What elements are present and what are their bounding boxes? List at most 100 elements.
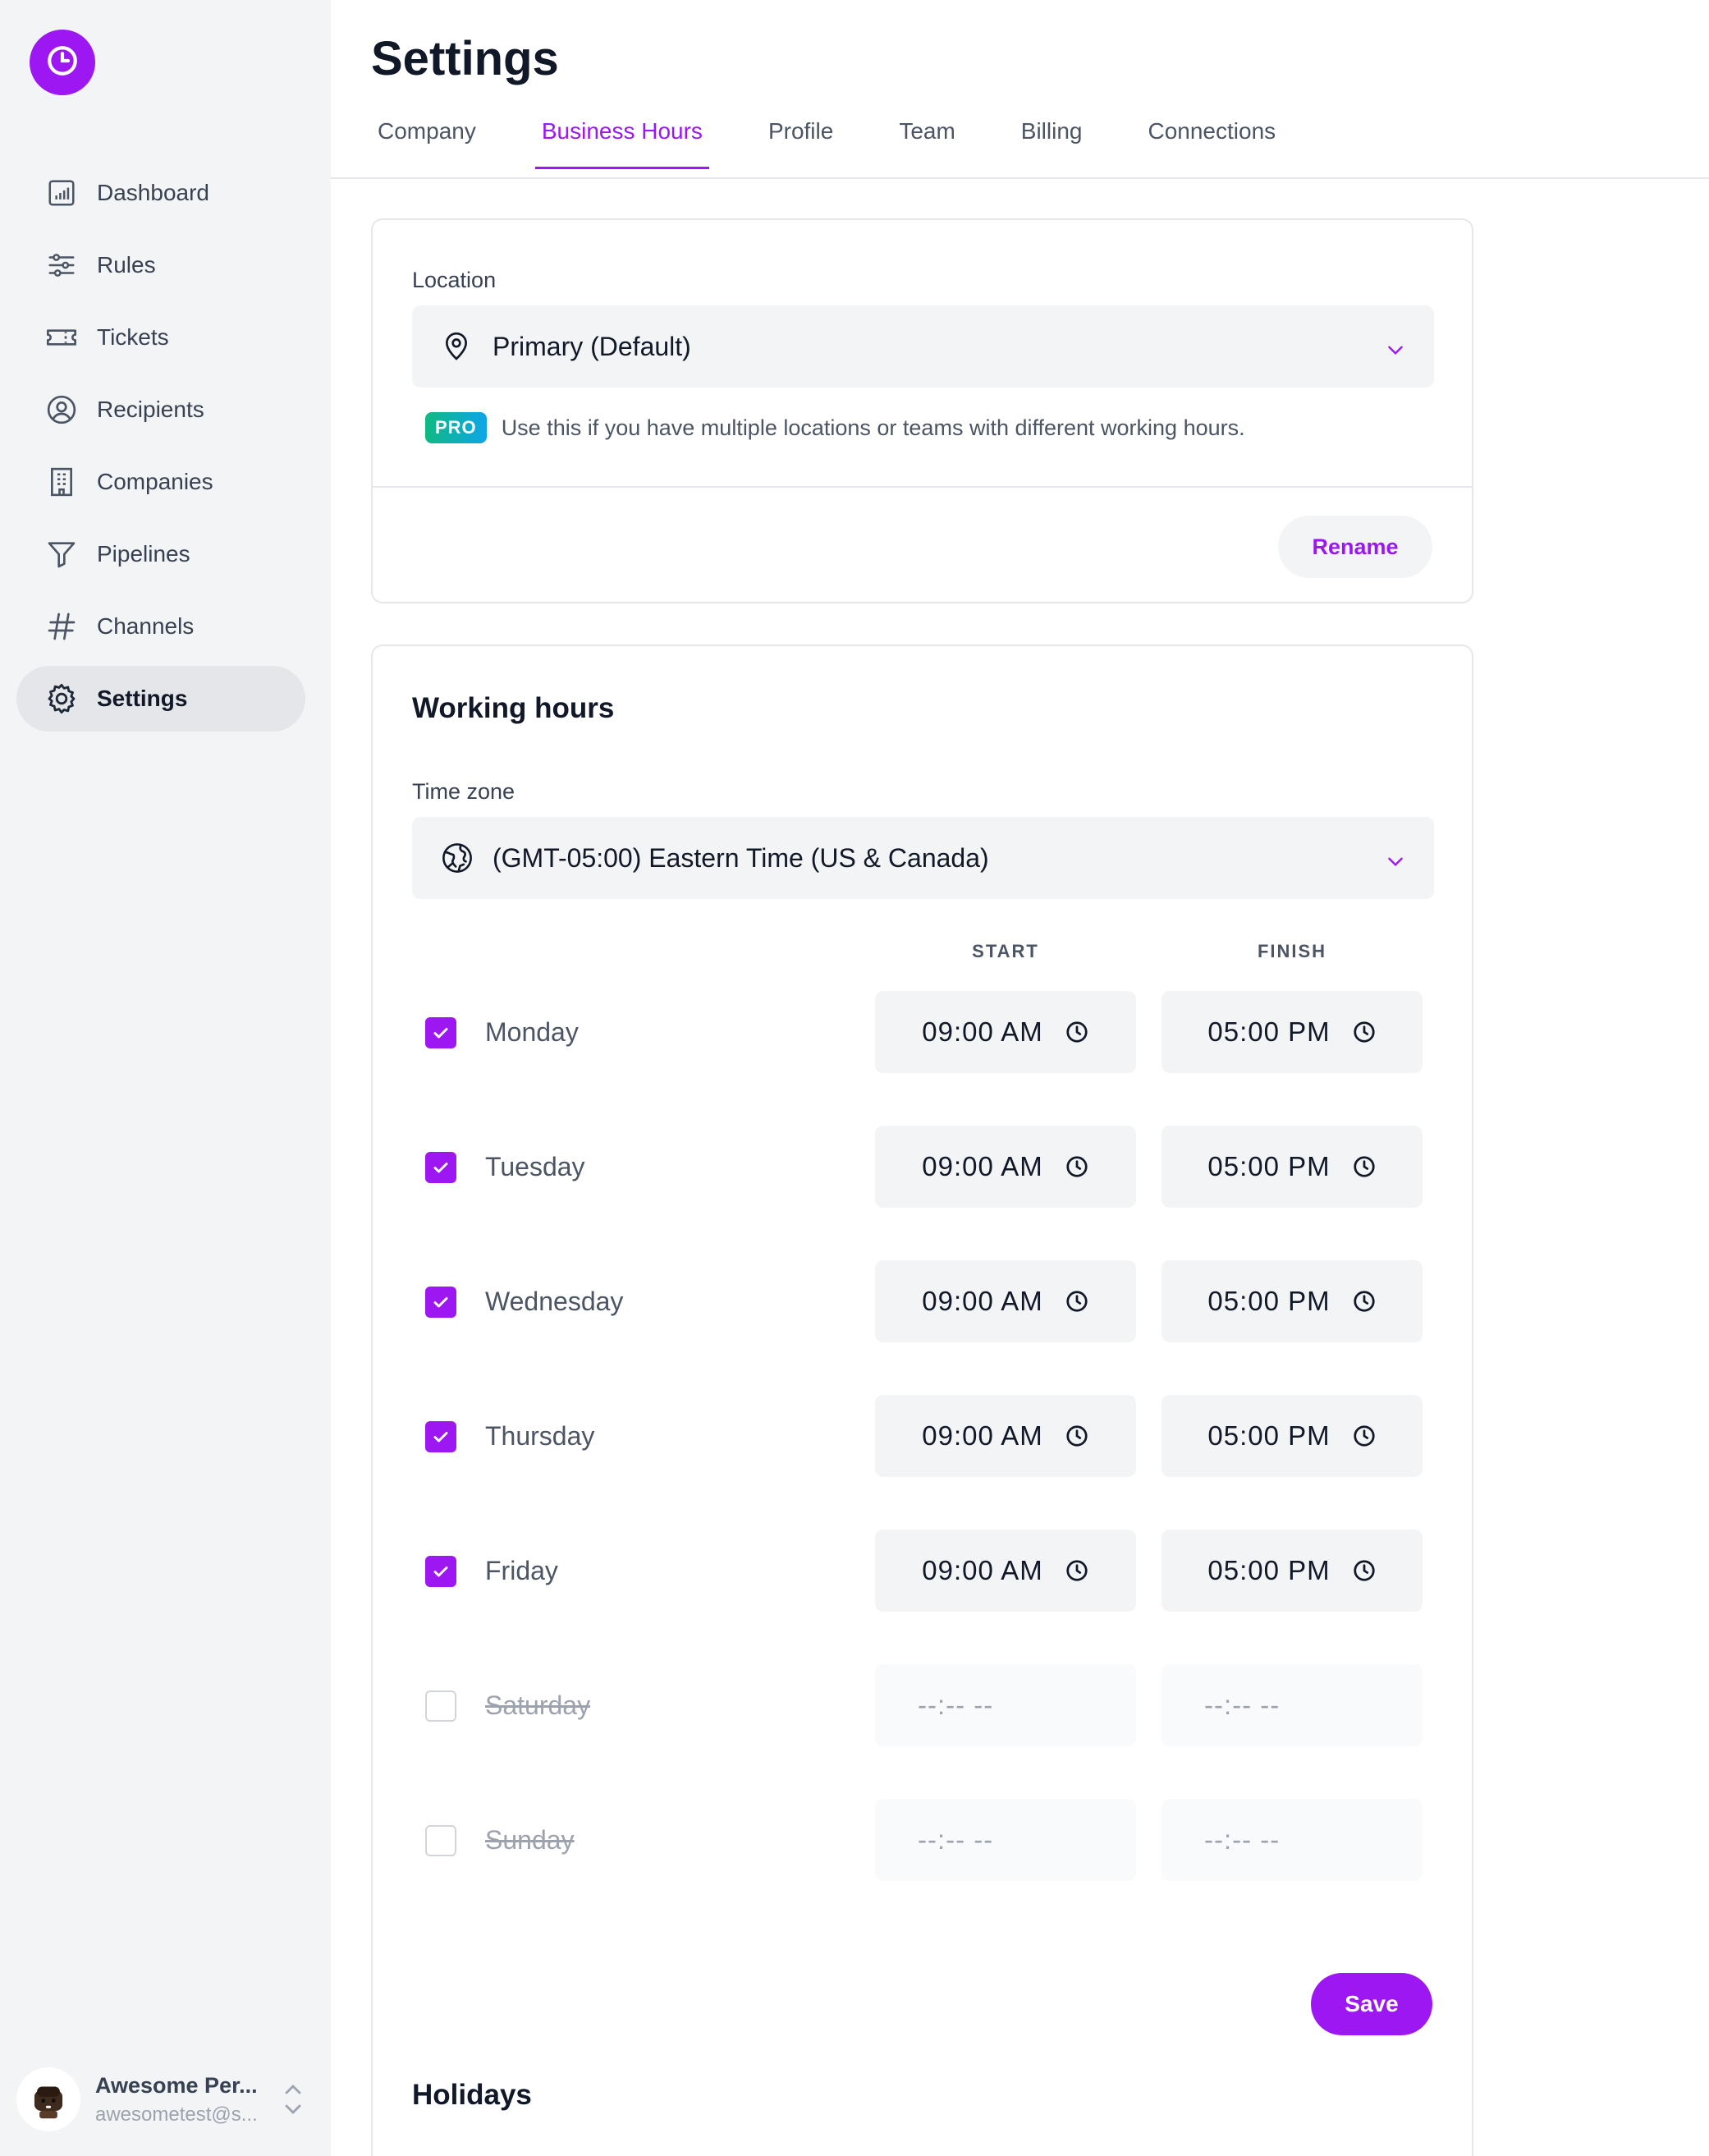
day-name: Friday: [485, 1556, 558, 1585]
working-hours-title: Working hours: [412, 692, 615, 724]
tab-business-hours[interactable]: Business Hours: [534, 107, 710, 169]
tab-profile[interactable]: Profile: [762, 107, 840, 169]
finish-time-input[interactable]: --:-- --: [1161, 1799, 1423, 1881]
start-time-value: 09:00 AM: [922, 1420, 1043, 1451]
clock-icon: [1352, 1558, 1377, 1583]
working-hours-card: Working hours Time zone (GMT-05:00) East…: [371, 645, 1473, 2156]
day-checkbox[interactable]: [425, 1556, 456, 1587]
finish-time-input[interactable]: --:-- --: [1161, 1664, 1423, 1746]
ticket-icon: [44, 320, 79, 355]
finish-time-input[interactable]: 05:00 PM: [1161, 1395, 1423, 1477]
day-name: Monday: [485, 1017, 579, 1047]
finish-time-input[interactable]: 05:00 PM: [1161, 1126, 1423, 1208]
location-value: Primary (Default): [493, 331, 691, 361]
start-time-value: 09:00 AM: [922, 1555, 1043, 1585]
app-logo[interactable]: [30, 30, 95, 95]
sidebar-item-label: Tickets: [97, 324, 169, 350]
day-checkbox[interactable]: [425, 1825, 456, 1856]
day-name: Thursday: [485, 1421, 595, 1451]
clock-icon: [1065, 1289, 1089, 1314]
tab-billing[interactable]: Billing: [1015, 107, 1089, 169]
sidebar-item-label: Rules: [97, 252, 156, 278]
rename-button[interactable]: Rename: [1278, 516, 1432, 578]
finish-time-input[interactable]: 05:00 PM: [1161, 1260, 1423, 1342]
day-checkbox[interactable]: [425, 1152, 456, 1183]
finish-time-value: --:-- --: [1204, 1690, 1281, 1720]
chevron-down-icon: [1385, 848, 1406, 878]
building-icon: [44, 465, 79, 499]
globe-icon: [440, 841, 476, 875]
sidebar-item-label: Channels: [97, 613, 195, 639]
sidebar-item-pipelines[interactable]: Pipelines: [16, 521, 305, 587]
pro-hint-text: Use this if you have multiple locations …: [501, 415, 1245, 440]
finish-time-value: 05:00 PM: [1207, 1420, 1331, 1451]
user-name: Awesome Per...: [95, 2072, 258, 2098]
finish-time-input[interactable]: 05:00 PM: [1161, 991, 1423, 1073]
start-time-input[interactable]: --:-- --: [875, 1799, 1136, 1881]
finish-time-value: 05:00 PM: [1207, 1286, 1331, 1316]
day-checkbox[interactable]: [425, 1017, 456, 1048]
sidebar-item-companies[interactable]: Companies: [16, 449, 305, 515]
save-button[interactable]: Save: [1311, 1973, 1432, 2035]
user-menu[interactable]: Awesome Per... awesometest@s...: [16, 2067, 305, 2132]
start-time-value: 09:00 AM: [922, 1016, 1043, 1047]
sidebar: Dashboard Rules Tickets Recipients Compa…: [0, 0, 331, 2156]
tab-connections[interactable]: Connections: [1141, 107, 1282, 169]
clock-icon: [1352, 1020, 1377, 1044]
tab-team[interactable]: Team: [892, 107, 961, 169]
chevron-up-down-icon[interactable]: [281, 2081, 305, 2117]
sidebar-item-dashboard[interactable]: Dashboard: [16, 160, 305, 226]
sidebar-item-label: Settings: [97, 686, 188, 711]
sidebar-item-recipients[interactable]: Recipients: [16, 377, 305, 443]
pro-badge: PRO: [425, 412, 487, 443]
sidebar-item-tickets[interactable]: Tickets: [16, 305, 305, 370]
avatar: [16, 2067, 80, 2131]
page-title: Settings: [371, 32, 559, 85]
pro-hint: PRO Use this if you have multiple locati…: [425, 412, 1245, 443]
bar-chart-icon: [44, 176, 79, 210]
day-row-tuesday: Tuesday 09:00 AM 05:00 PM: [373, 1126, 1472, 1208]
sidebar-item-channels[interactable]: Channels: [16, 594, 305, 659]
finish-time-value: 05:00 PM: [1207, 1016, 1331, 1047]
day-row-saturday: Saturday --:-- -- --:-- --: [373, 1664, 1472, 1746]
clock-icon: [1065, 1020, 1089, 1044]
finish-time-input[interactable]: 05:00 PM: [1161, 1530, 1423, 1612]
day-row-wednesday: Wednesday 09:00 AM 05:00 PM: [373, 1260, 1472, 1342]
timezone-label: Time zone: [412, 779, 515, 804]
start-time-input[interactable]: 09:00 AM: [875, 1260, 1136, 1342]
clock-icon: [1352, 1289, 1377, 1314]
start-time-input[interactable]: --:-- --: [875, 1664, 1136, 1746]
day-checkbox[interactable]: [425, 1421, 456, 1452]
day-checkbox[interactable]: [425, 1690, 456, 1722]
header-divider: [331, 177, 1709, 179]
start-time-input[interactable]: 09:00 AM: [875, 991, 1136, 1073]
day-row-thursday: Thursday 09:00 AM 05:00 PM: [373, 1395, 1472, 1477]
gear-icon: [44, 681, 79, 716]
chevron-down-icon: [1385, 337, 1406, 367]
start-time-input[interactable]: 09:00 AM: [875, 1530, 1136, 1612]
start-time-input[interactable]: 09:00 AM: [875, 1395, 1136, 1477]
timezone-select[interactable]: (GMT-05:00) Eastern Time (US & Canada): [412, 817, 1434, 899]
map-pin-icon: [440, 330, 476, 363]
sliders-icon: [44, 248, 79, 282]
sidebar-item-label: Recipients: [97, 397, 204, 422]
start-column-header: START: [972, 941, 1039, 961]
tab-company[interactable]: Company: [371, 107, 483, 169]
day-name: Wednesday: [485, 1287, 624, 1316]
clock-icon: [1352, 1424, 1377, 1448]
sidebar-item-rules[interactable]: Rules: [16, 232, 305, 298]
finish-time-value: --:-- --: [1204, 1824, 1281, 1855]
sidebar-item-settings[interactable]: Settings: [16, 666, 305, 732]
holidays-title: Holidays: [412, 2079, 532, 2111]
clock-icon: [1065, 1558, 1089, 1583]
start-time-value: --:-- --: [918, 1824, 994, 1855]
location-select[interactable]: Primary (Default): [412, 305, 1434, 388]
day-name: Tuesday: [485, 1152, 585, 1181]
start-time-input[interactable]: 09:00 AM: [875, 1126, 1136, 1208]
timezone-value: (GMT-05:00) Eastern Time (US & Canada): [493, 842, 989, 873]
location-card: Location Primary (Default) PRO Use this …: [371, 218, 1473, 603]
card-divider: [373, 486, 1472, 488]
clock-icon: [1065, 1154, 1089, 1179]
finish-column-header: FINISH: [1257, 941, 1327, 961]
day-checkbox[interactable]: [425, 1287, 456, 1318]
